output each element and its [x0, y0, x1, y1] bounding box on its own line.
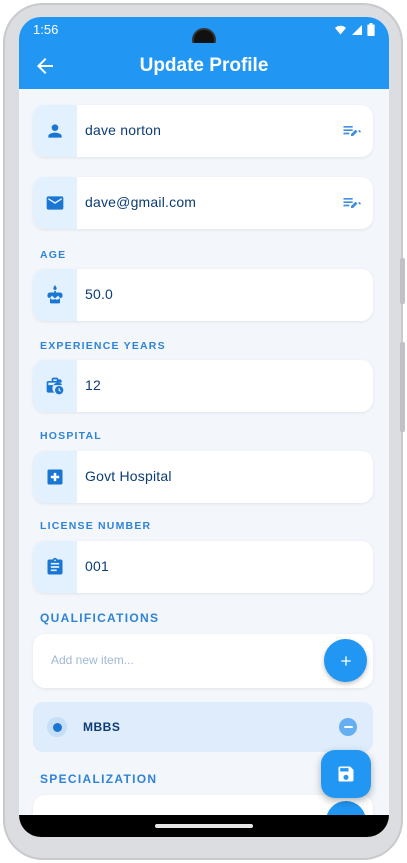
- wifi-icon: [335, 25, 346, 34]
- system-nav-bar: [19, 815, 389, 837]
- save-icon: [338, 766, 354, 782]
- age-label: AGE: [40, 249, 67, 261]
- edit-note-icon[interactable]: [341, 193, 361, 213]
- clipboard-icon: [47, 557, 63, 575]
- email-icon-box: [33, 177, 77, 229]
- app-bar: Update Profile: [19, 43, 389, 89]
- plus-icon: [340, 655, 351, 666]
- battery-icon: [367, 23, 375, 36]
- save-button[interactable]: [321, 750, 371, 798]
- age-field[interactable]: 50.0: [33, 269, 373, 321]
- qualification-bullet-icon: [47, 717, 67, 737]
- power-button: [400, 258, 405, 304]
- profile-form: dave norton dave@gmail.com AGE 50.0 EXPE…: [19, 89, 389, 837]
- status-icons: [334, 23, 375, 36]
- add-qualification-button[interactable]: [324, 639, 367, 682]
- medical-cross-icon: [47, 469, 63, 485]
- email-field[interactable]: dave@gmail.com: [33, 177, 373, 229]
- home-indicator[interactable]: [155, 824, 253, 828]
- age-value: 50.0: [85, 286, 114, 302]
- app-screen: 1:56 Update Profile dave norton dave@gma…: [19, 17, 389, 837]
- experience-value: 12: [85, 377, 101, 393]
- hospital-value: Govt Hospital: [85, 468, 172, 484]
- name-field[interactable]: dave norton: [33, 105, 373, 157]
- email-value: dave@gmail.com: [85, 194, 197, 210]
- name-value: dave norton: [85, 122, 162, 138]
- license-value: 001: [85, 558, 109, 574]
- hospital-icon-box: [33, 451, 77, 503]
- hospital-label: HOSPITAL: [40, 430, 102, 442]
- name-icon-box: [33, 105, 77, 157]
- age-icon-box: [33, 269, 77, 321]
- volume-button: [400, 342, 405, 432]
- remove-qualification-button[interactable]: [339, 718, 357, 736]
- edit-note-icon[interactable]: [341, 121, 361, 141]
- experience-field[interactable]: 12: [33, 360, 373, 412]
- add-qualification-input[interactable]: Add new item...: [51, 653, 134, 667]
- qualifications-label: QUALIFICATIONS: [40, 611, 160, 625]
- experience-icon-box: [33, 360, 77, 412]
- cake-icon: [47, 285, 63, 304]
- qualification-item[interactable]: MBBS: [33, 702, 373, 752]
- qualification-label: MBBS: [83, 720, 121, 734]
- work-history-icon: [46, 377, 64, 395]
- person-icon: [48, 124, 62, 138]
- experience-label: EXPERIENCE YEARS: [40, 340, 166, 352]
- specialization-label: SPECIALIZATION: [40, 772, 158, 786]
- page-title: Update Profile: [139, 55, 269, 76]
- status-time: 1:56: [33, 22, 59, 37]
- signal-icon: [352, 24, 362, 35]
- license-label: LICENSE NUMBER: [40, 520, 152, 532]
- license-field[interactable]: 001: [33, 541, 373, 593]
- mail-icon: [46, 196, 64, 210]
- license-icon-box: [33, 541, 77, 593]
- hospital-field[interactable]: Govt Hospital: [33, 451, 373, 503]
- add-qualification-row: Add new item...: [33, 634, 373, 688]
